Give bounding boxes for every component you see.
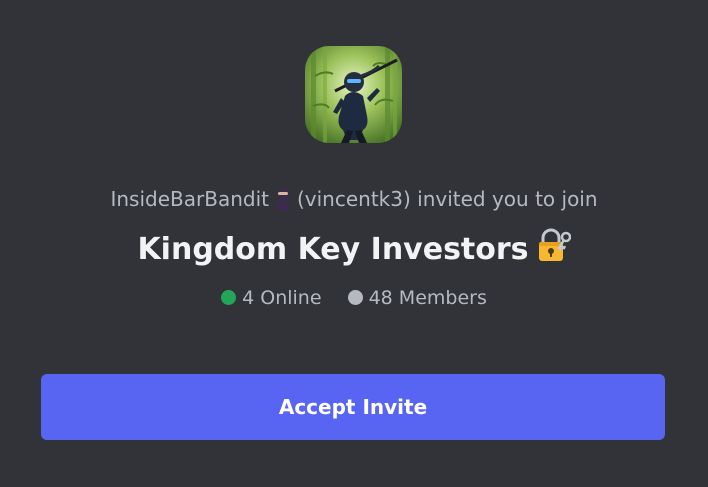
online-count: 4 Online (242, 287, 322, 309)
member-count: 48 Members (368, 287, 487, 309)
members-dot (347, 290, 363, 305)
accept-invite-label: Accept Invite (278, 395, 428, 419)
server-name-text: Kingdom Key Investors (137, 232, 529, 267)
server-name: Kingdom Key Investors (0, 228, 708, 271)
ninja-avatar-icon (305, 46, 402, 143)
inviter-line: InsideBarBandit (vincentk3) invited you … (0, 185, 708, 213)
members-stat: 48 Members (347, 285, 487, 311)
accept-invite-button[interactable]: Accept Invite (41, 374, 665, 440)
server-icon (305, 46, 402, 143)
invite-text: invited you to join (417, 187, 598, 211)
online-stat: 4 Online (221, 285, 322, 311)
inviter-name: InsideBarBandit (110, 187, 269, 211)
inviter-username: (vincentk3) (296, 187, 411, 211)
online-dot (221, 290, 237, 305)
ninja-emoji (273, 186, 293, 210)
server-stats: 4 Online 48 Members (0, 285, 708, 311)
locked-with-key-emoji (535, 228, 571, 264)
invite-card: InsideBarBandit (vincentk3) invited you … (0, 0, 708, 487)
